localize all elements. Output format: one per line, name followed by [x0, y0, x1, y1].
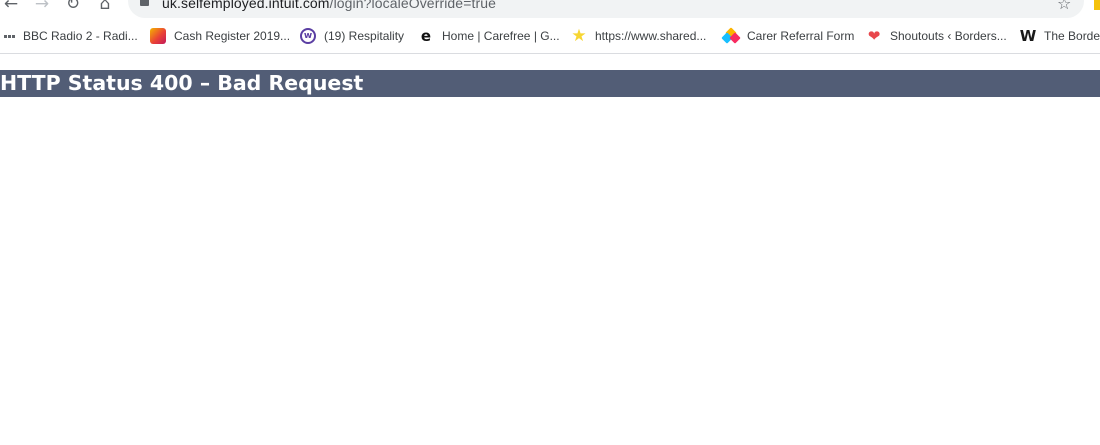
- cash-register-favicon: [150, 28, 166, 44]
- bookmark-cash-register[interactable]: Cash Register 2019...: [150, 26, 290, 46]
- bookmark-label: https://www.shared...: [595, 29, 707, 43]
- bookmark-carefree[interactable]: e Home | Carefree | G...: [418, 26, 560, 46]
- bookmark-label: (19) Respitality: [324, 29, 405, 43]
- bookmark-shoutouts-borders[interactable]: ❤ Shoutouts ‹ Borders...: [866, 26, 1007, 46]
- weebly-favicon: W: [1019, 27, 1037, 45]
- carefree-favicon: e: [420, 27, 432, 45]
- browser-toolbar: ← → ↻ ⌂ uk.selfemployed.intuit.com/login…: [0, 0, 1100, 18]
- url-text[interactable]: uk.selfemployed.intuit.com/login?localeO…: [162, 0, 496, 11]
- bookmark-label: The Border: [1044, 29, 1100, 43]
- reload-icon[interactable]: ↻: [62, 0, 84, 14]
- bookmark-the-border[interactable]: W The Border: [1020, 26, 1100, 46]
- bookmark-label: Carer Referral Form: [747, 29, 855, 43]
- bookmark-shared-link[interactable]: ★ https://www.shared...: [571, 26, 706, 46]
- bookmark-bbc-radio-2[interactable]: BBC Radio 2 - Radi...: [4, 26, 138, 46]
- bookmark-respitality[interactable]: w (19) Respitality: [300, 26, 404, 46]
- back-arrow-icon[interactable]: ←: [0, 0, 22, 14]
- lock-icon[interactable]: [140, 0, 149, 6]
- extension-icon[interactable]: [1094, 0, 1100, 10]
- forward-arrow-icon[interactable]: →: [31, 0, 53, 14]
- star-favicon: ★: [571, 26, 587, 46]
- bookmark-carer-referral-form[interactable]: Carer Referral Form: [721, 26, 855, 46]
- bookmark-label: BBC Radio 2 - Radi...: [23, 29, 138, 43]
- url-host: uk.selfemployed.intuit.com: [162, 0, 330, 11]
- home-icon[interactable]: ⌂: [94, 0, 116, 14]
- url-path: /login?localeOverride=true: [329, 0, 496, 11]
- page-title: HTTP Status 400 – Bad Request: [0, 70, 1100, 97]
- airtable-favicon: [721, 27, 741, 44]
- bookmark-star-icon[interactable]: ☆: [1057, 0, 1071, 13]
- bookmarks-bar: BBC Radio 2 - Radi... Cash Register 2019…: [0, 22, 1100, 50]
- bookmarks-divider: [0, 53, 1100, 54]
- bookmark-label: Cash Register 2019...: [174, 29, 291, 43]
- respitality-favicon: w: [300, 28, 316, 44]
- shoutouts-favicon: ❤: [867, 27, 881, 45]
- apps-grid-icon: [4, 34, 15, 38]
- bookmark-label: Shoutouts ‹ Borders...: [890, 29, 1007, 43]
- bookmark-label: Home | Carefree | G...: [442, 29, 560, 43]
